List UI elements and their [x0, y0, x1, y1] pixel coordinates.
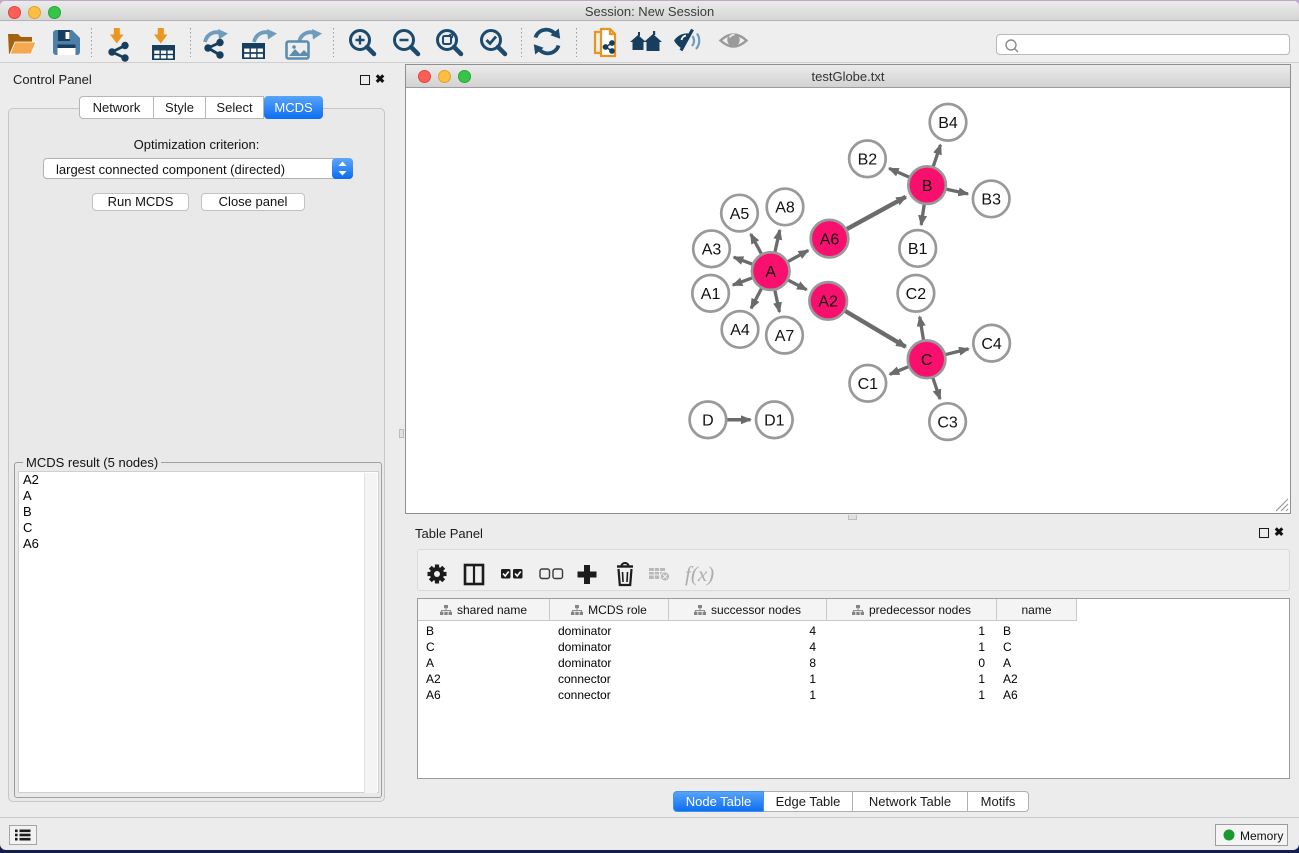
svg-text:A2: A2 [818, 294, 838, 311]
svg-text:A7: A7 [775, 328, 795, 345]
svg-text:A5: A5 [730, 206, 750, 223]
svg-text:A8: A8 [775, 200, 795, 217]
svg-text:C4: C4 [981, 336, 1002, 353]
svg-text:B1: B1 [908, 241, 928, 258]
svg-text:B4: B4 [938, 115, 958, 132]
svg-text:A1: A1 [701, 286, 721, 303]
svg-text:B3: B3 [981, 192, 1001, 209]
svg-text:D1: D1 [764, 413, 785, 430]
svg-text:C1: C1 [858, 376, 879, 393]
svg-text:A4: A4 [730, 322, 750, 339]
svg-text:A: A [765, 264, 776, 281]
svg-text:f(x): f(x) [685, 562, 714, 586]
svg-text:C: C [921, 352, 933, 369]
svg-text:A3: A3 [702, 242, 722, 259]
svg-text:D: D [702, 413, 714, 430]
svg-text:C2: C2 [906, 286, 927, 303]
svg-text:B: B [922, 178, 933, 195]
svg-text:B2: B2 [858, 152, 878, 169]
svg-text:A6: A6 [820, 231, 840, 248]
svg-text:C3: C3 [937, 414, 958, 431]
